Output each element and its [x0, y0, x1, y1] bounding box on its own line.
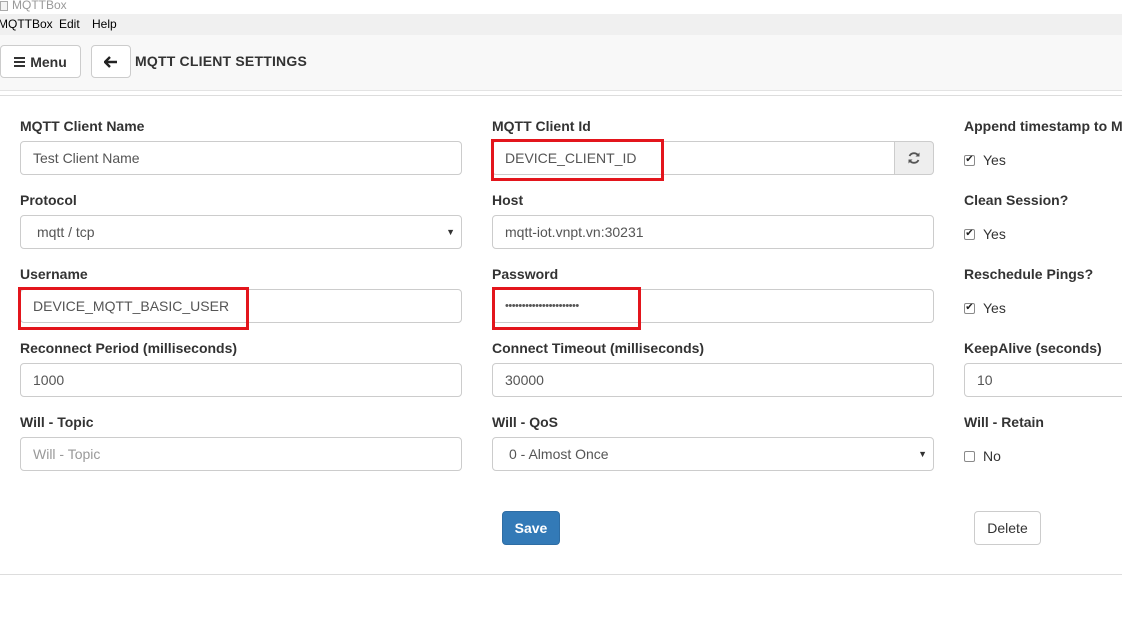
keepalive-label: KeepAlive (seconds) — [964, 340, 1102, 356]
clean-session-checkbox[interactable]: ✔ Yes — [964, 226, 1006, 242]
will-topic-label: Will - Topic — [20, 414, 94, 430]
checkmark-icon: ✔ — [964, 302, 975, 314]
password-input[interactable] — [492, 289, 934, 323]
clean-session-option: Yes — [983, 226, 1006, 242]
client-name-input[interactable] — [20, 141, 462, 175]
window-titlebar: MQTTBox — [0, 0, 1122, 14]
hamburger-icon — [14, 56, 26, 67]
unchecked-box-icon — [964, 450, 975, 462]
host-label: Host — [492, 192, 524, 208]
client-name-label: MQTT Client Name — [20, 118, 145, 134]
regenerate-id-button[interactable] — [894, 141, 934, 175]
will-qos-value: 0 - Almost Once — [509, 446, 609, 462]
checkmark-icon: ✔ — [964, 228, 975, 240]
protocol-value: mqtt / tcp — [37, 224, 95, 240]
reschedule-pings-label: Reschedule Pings? — [964, 266, 1094, 282]
will-qos-label: Will - QoS — [492, 414, 558, 430]
menu-item-help[interactable]: Help — [92, 17, 117, 31]
reconnect-period-label: Reconnect Period (milliseconds) — [20, 340, 238, 356]
connect-timeout-label: Connect Timeout (milliseconds) — [492, 340, 705, 356]
dropdown-caret-icon: ▼ — [446, 227, 455, 237]
append-timestamp-label: Append timestamp to M — [964, 118, 1122, 134]
arrow-left-icon — [104, 55, 117, 68]
append-timestamp-option: Yes — [983, 152, 1006, 168]
reschedule-pings-option: Yes — [983, 300, 1006, 316]
refresh-icon — [908, 152, 920, 164]
page-title: MQTT CLIENT SETTINGS — [135, 53, 307, 69]
client-id-label: MQTT Client Id — [492, 118, 591, 134]
username-label: Username — [20, 266, 88, 282]
checkmark-icon: ✔ — [964, 154, 975, 166]
menu-item-mqttbox[interactable]: MQTTBox — [0, 17, 53, 31]
delete-button[interactable]: Delete — [974, 511, 1041, 545]
window-title: MQTTBox — [12, 0, 67, 12]
save-button[interactable]: Save — [502, 511, 560, 545]
reschedule-pings-checkbox[interactable]: ✔ Yes — [964, 300, 1006, 316]
back-button[interactable] — [91, 45, 131, 78]
will-retain-label: Will - Retain — [964, 414, 1044, 430]
page-header: Menu MQTT CLIENT SETTINGS — [0, 35, 1122, 91]
menu-item-edit[interactable]: Edit — [59, 17, 80, 31]
dropdown-caret-icon: ▼ — [918, 449, 927, 459]
will-retain-checkbox[interactable]: No — [964, 448, 1001, 464]
clean-session-label: Clean Session? — [964, 192, 1069, 208]
append-timestamp-checkbox[interactable]: ✔ Yes — [964, 152, 1006, 168]
connect-timeout-input[interactable] — [492, 363, 934, 397]
will-qos-select[interactable]: 0 - Almost Once ▼ — [492, 437, 934, 471]
menu-button-label: Menu — [30, 53, 67, 70]
will-retain-option: No — [983, 448, 1001, 464]
client-id-input[interactable] — [492, 141, 895, 175]
keepalive-input[interactable] — [964, 363, 1122, 397]
will-topic-input[interactable] — [20, 437, 462, 471]
username-input[interactable] — [20, 289, 462, 323]
password-label: Password — [492, 266, 559, 282]
protocol-select[interactable]: mqtt / tcp ▼ — [20, 215, 462, 249]
protocol-label: Protocol — [20, 192, 77, 208]
menubar: MQTTBox Edit Help — [0, 14, 1122, 35]
host-input[interactable] — [492, 215, 934, 249]
menu-button[interactable]: Menu — [0, 45, 81, 78]
app-icon — [0, 1, 8, 11]
reconnect-period-input[interactable] — [20, 363, 462, 397]
